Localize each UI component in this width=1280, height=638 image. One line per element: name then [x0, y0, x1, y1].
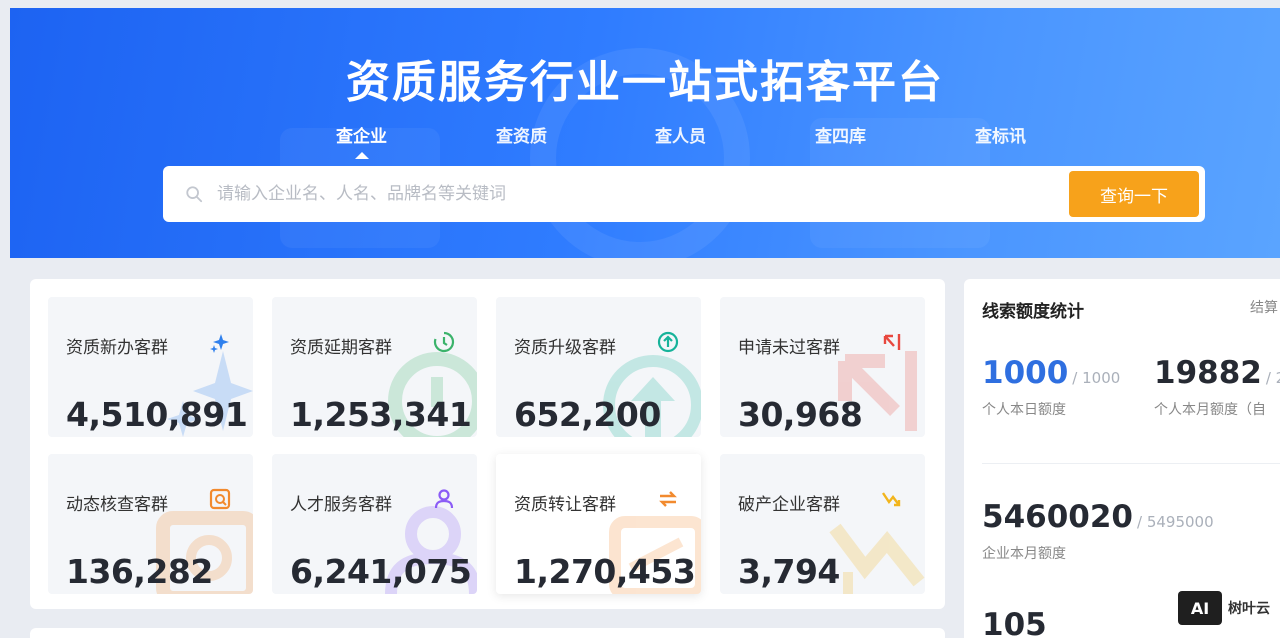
panel-title: 线索额度统计 — [982, 302, 1084, 322]
search-button[interactable]: 查询一下 — [1069, 171, 1199, 217]
quota-total: / 200 — [1265, 369, 1280, 387]
quota-used: 105 — [982, 607, 1047, 638]
return-arrow-icon — [883, 334, 901, 350]
card-label: 资质升级客群 — [514, 338, 616, 358]
tab-personnel[interactable]: 查人员 — [655, 122, 706, 147]
quota-used: 1000 — [982, 355, 1069, 391]
card-value: 652,200 — [514, 395, 661, 434]
tab-company[interactable]: 查企业 — [336, 122, 387, 159]
personal-monthly-quota: 19882/ 200 个人本月额度（自 — [1154, 355, 1280, 419]
card-label: 资质延期客群 — [290, 338, 392, 358]
inspect-icon — [209, 488, 231, 510]
card-value: 6,241,075 — [290, 552, 472, 591]
card-label: 动态核查客群 — [66, 495, 168, 515]
card-value: 3,794 — [738, 552, 840, 591]
card-value: 4,510,891 — [66, 395, 248, 434]
quota-statistics-panel: 线索额度统计 结算 1000/ 1000 个人本日额度 19882/ 200 个… — [964, 279, 1280, 638]
transfer-icon — [659, 491, 677, 507]
enterprise-monthly-quota: 5460020/ 5495000 企业本月额度 — [982, 499, 1214, 563]
settlement-link[interactable]: 结算 — [1250, 297, 1278, 317]
search-icon — [186, 186, 203, 203]
watermark-text: 树叶云 — [1228, 601, 1270, 617]
card-new-qualification[interactable]: 资质新办客群 4,510,891 — [48, 297, 253, 437]
customer-groups-panel: 资质新办客群 4,510,891 资质延期客群 1,253,341 资质升级客群… — [30, 279, 945, 609]
quota-stat-partial: 105 — [982, 607, 1047, 638]
clock-refresh-icon — [433, 331, 455, 353]
search-bar: 查询一下 — [163, 166, 1205, 222]
card-dynamic-inspection[interactable]: 动态核查客群 136,282 — [48, 454, 253, 594]
personal-daily-quota: 1000/ 1000 个人本日额度 — [982, 355, 1120, 419]
card-label: 破产企业客群 — [738, 495, 840, 515]
tab-four-databases[interactable]: 查四库 — [815, 122, 866, 147]
card-value: 136,282 — [66, 552, 213, 591]
card-label: 资质新办客群 — [66, 338, 168, 358]
tab-bid-info[interactable]: 查标讯 — [975, 122, 1026, 147]
quota-used: 5460020 — [982, 499, 1133, 535]
tab-qualification[interactable]: 查资质 — [496, 122, 547, 147]
watermark: AI 树叶云 — [1178, 591, 1270, 625]
sparkle-icon — [210, 334, 229, 353]
card-bankrupt-enterprise[interactable]: 破产企业客群 3,794 — [720, 454, 925, 594]
quota-total: / 5495000 — [1137, 513, 1214, 531]
search-input[interactable] — [217, 184, 1069, 204]
search-tabs: 查企业 查资质 查人员 查四库 查标讯 — [10, 122, 1280, 159]
divider — [982, 463, 1280, 464]
quota-caption: 个人本月额度（自 — [1154, 402, 1266, 418]
card-qualification-upgrade[interactable]: 资质升级客群 652,200 — [496, 297, 701, 437]
hero-banner: 资质服务行业一站式拓客平台 查企业 查资质 查人员 查四库 查标讯 查询一下 — [10, 8, 1280, 258]
next-section-panel — [30, 628, 945, 638]
watermark-logo: AI — [1178, 591, 1222, 625]
person-icon — [434, 489, 454, 509]
card-qualification-extension[interactable]: 资质延期客群 1,253,341 — [272, 297, 477, 437]
upgrade-arrow-icon — [657, 331, 679, 353]
quota-total: / 1000 — [1072, 369, 1121, 387]
card-label: 资质转让客群 — [514, 495, 616, 515]
quota-used: 19882 — [1154, 355, 1262, 391]
quota-caption: 企业本月额度 — [982, 546, 1066, 562]
decline-icon — [882, 492, 901, 507]
card-label: 人才服务客群 — [290, 495, 392, 515]
card-label: 申请未过客群 — [738, 338, 840, 358]
quota-caption: 个人本日额度 — [982, 402, 1066, 418]
card-qualification-transfer[interactable]: 资质转让客群 1,270,453 — [496, 454, 701, 594]
card-value: 1,270,453 — [514, 552, 696, 591]
card-talent-service[interactable]: 人才服务客群 6,241,075 — [272, 454, 477, 594]
page-title: 资质服务行业一站式拓客平台 — [346, 57, 944, 108]
card-value: 30,968 — [738, 395, 863, 434]
card-application-failed[interactable]: 申请未过客群 30,968 — [720, 297, 925, 437]
card-value: 1,253,341 — [290, 395, 472, 434]
